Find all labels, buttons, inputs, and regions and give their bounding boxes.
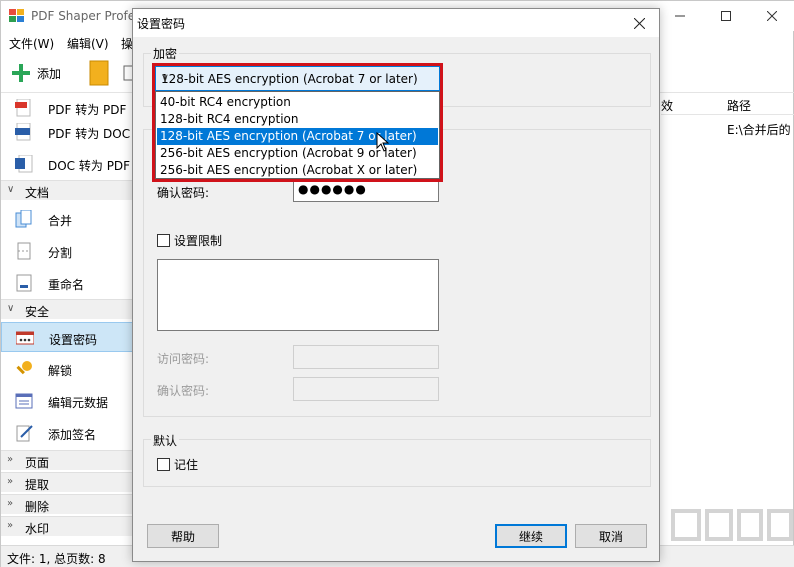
chevron-right-icon: »: [7, 520, 14, 531]
rename-icon: [16, 274, 32, 292]
add-button[interactable]: 添加: [11, 62, 61, 84]
annotation-highlight-box: [152, 63, 443, 182]
minimize-icon: [675, 15, 685, 17]
sidebar: PDF 转为 PDF PDF 转为 DOC DOC 转为 PDF ∨ 文档 合并…: [1, 93, 133, 545]
sidebar-item-set-password[interactable]: 设置密码: [1, 322, 133, 352]
access-confirm-label: 确认密码:: [157, 384, 210, 398]
column-header-path[interactable]: 路径: [727, 97, 751, 114]
chevron-down-icon: ∨: [7, 303, 15, 314]
section-label: 水印: [25, 522, 50, 536]
access-password-field[interactable]: [293, 345, 439, 369]
file-table-header: 效 路径: [661, 93, 794, 115]
sidebar-item-label: 编辑元数据: [48, 396, 109, 410]
dialog-title-bar: 设置密码: [133, 9, 659, 37]
cancel-button[interactable]: 取消: [575, 524, 647, 548]
remember-checkbox[interactable]: 记住: [157, 456, 198, 473]
sidebar-item-doc-to-pdf[interactable]: DOC 转为 PDF: [1, 149, 133, 179]
chevron-right-icon: »: [7, 454, 14, 465]
doc-icon: [15, 123, 31, 141]
merge-icon: [15, 210, 32, 228]
sidebar-item-label: 分割: [48, 246, 73, 260]
word-icon: [15, 155, 33, 173]
menu-file[interactable]: 文件(W): [9, 35, 54, 52]
sidebar-item-label: DOC 转为 PDF: [48, 159, 131, 173]
access-confirm-field[interactable]: [293, 377, 439, 401]
password-icon: [16, 331, 34, 345]
sidebar-item-pdf-to-doc[interactable]: PDF 转为 DOC: [1, 117, 133, 147]
confirm-password-value: ●●●●●●: [298, 182, 367, 196]
chevron-down-icon: ∨: [7, 184, 15, 195]
status-text: 文件: 1, 总页数: 8: [7, 552, 106, 566]
section-pages[interactable]: » 页面: [1, 450, 133, 470]
section-label: 安全: [25, 305, 50, 319]
restrict-label: 设置限制: [174, 234, 223, 248]
sidebar-item-add-signature[interactable]: 添加签名: [1, 418, 133, 448]
encryption-group-title: 加密: [151, 45, 180, 62]
close-icon: [633, 17, 645, 29]
chevron-right-icon: »: [7, 498, 14, 509]
restriction-list[interactable]: [157, 259, 439, 331]
pdf-icon: [15, 99, 31, 117]
mouse-cursor-icon: [376, 132, 390, 152]
chevron-right-icon: »: [7, 476, 14, 487]
section-delete[interactable]: » 删除: [1, 494, 133, 514]
sidebar-item-unlock[interactable]: 解锁: [1, 354, 133, 384]
default-group: [143, 439, 651, 487]
continue-button[interactable]: 继续: [495, 524, 567, 548]
sidebar-item-split[interactable]: 分割: [1, 236, 133, 266]
table-cell-path[interactable]: E:\合并后的: [727, 121, 791, 138]
add-button-label: 添加: [37, 66, 62, 81]
sidebar-item-label: 重命名: [48, 278, 85, 292]
section-label: 文档: [25, 186, 50, 200]
sidebar-item-rename[interactable]: 重命名: [1, 268, 133, 298]
maximize-button[interactable]: [703, 1, 749, 31]
metadata-icon: [15, 393, 33, 409]
sidebar-item-label: PDF 转为 PDF: [48, 103, 127, 117]
sidebar-item-label: 合并: [48, 214, 73, 228]
access-password-label: 访问密码:: [157, 352, 210, 366]
app-logo-icon: [9, 9, 24, 22]
signature-icon: [16, 425, 33, 442]
dialog-close-button[interactable]: [619, 9, 659, 37]
remember-label: 记住: [174, 458, 199, 472]
menu-edit[interactable]: 编辑(V): [67, 35, 109, 52]
sidebar-item-label: PDF 转为 DOC: [48, 127, 131, 141]
checkbox-box: [157, 458, 170, 471]
checkbox-box: [157, 234, 170, 247]
section-extract[interactable]: » 提取: [1, 472, 133, 492]
close-icon: [767, 11, 777, 21]
section-document[interactable]: ∨ 文档: [1, 180, 133, 200]
section-label: 删除: [25, 500, 50, 514]
plus-icon: [12, 64, 30, 82]
section-security[interactable]: ∨ 安全: [1, 299, 133, 319]
section-label: 提取: [25, 478, 50, 492]
minimize-button[interactable]: [657, 1, 703, 31]
confirm-password-label: 确认密码:: [157, 186, 210, 200]
maximize-icon: [721, 11, 731, 21]
sidebar-item-edit-metadata[interactable]: 编辑元数据: [1, 386, 133, 416]
close-window-button[interactable]: [749, 1, 794, 31]
sidebar-item-label: 设置密码: [49, 333, 98, 347]
watermark-logo: [671, 509, 793, 541]
default-group-title: 默认: [151, 432, 180, 449]
column-header-count[interactable]: 效: [661, 97, 673, 114]
restrict-checkbox[interactable]: 设置限制: [157, 232, 222, 249]
sidebar-item-merge[interactable]: 合并: [1, 204, 133, 234]
help-button[interactable]: 帮助: [147, 524, 219, 548]
folder-icon[interactable]: [89, 60, 109, 86]
section-watermark[interactable]: » 水印: [1, 516, 133, 536]
sidebar-item-label: 解锁: [48, 364, 73, 378]
section-label: 页面: [25, 456, 50, 470]
key-icon: [16, 361, 32, 375]
sidebar-item-label: 添加签名: [48, 428, 97, 442]
dialog-title: 设置密码: [137, 17, 186, 31]
split-icon: [17, 242, 31, 260]
app-title: PDF Shaper Profe: [31, 9, 136, 23]
